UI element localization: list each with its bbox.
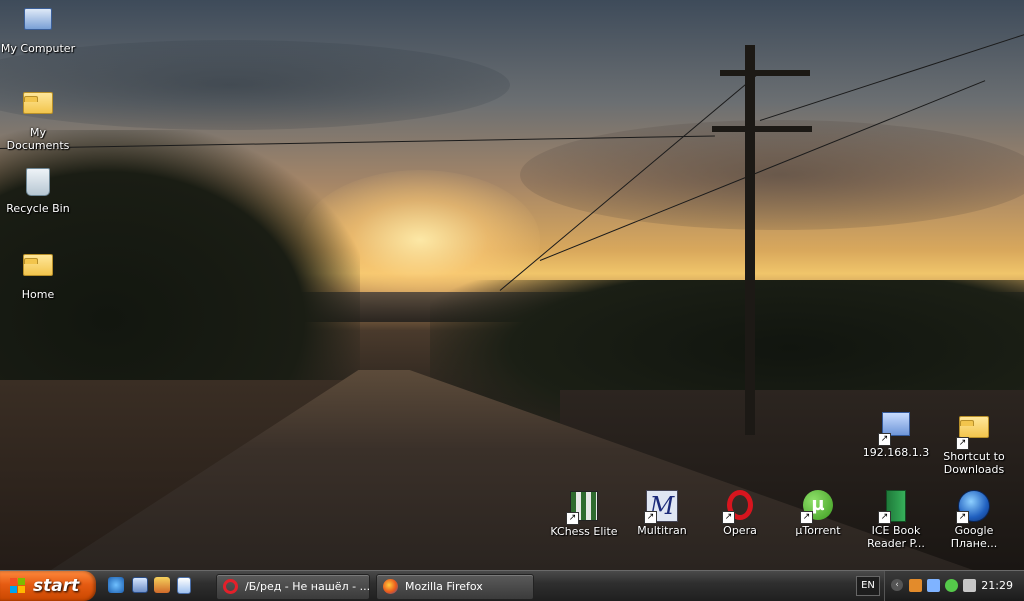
desktop-icon-label: 192.168.1.3 — [862, 446, 930, 459]
desktop-icon-ice-book-reader[interactable]: ↗ ICE Book Reader P... — [858, 489, 934, 550]
internet-explorer-icon[interactable] — [108, 577, 124, 593]
shortcut-arrow-icon: ↗ — [644, 511, 657, 524]
desktop-icon-label: Opera — [723, 524, 757, 537]
kchess-icon: ↗ — [566, 491, 600, 525]
desktop-icon-label: Shortcut to Downloads — [943, 450, 1005, 476]
desktop-icon-home[interactable]: Home — [0, 246, 76, 301]
firefox-icon — [383, 579, 398, 594]
taskbar-button-label: /Б/ред - Не нашёл - ... — [245, 580, 371, 593]
taskbar-button-label: Mozilla Firefox — [405, 580, 483, 593]
volume-icon[interactable] — [963, 579, 976, 592]
taskbar-button-firefox[interactable]: Mozilla Firefox — [376, 574, 534, 600]
desktop-icon-kchess[interactable]: ↗ KChess Elite — [546, 489, 622, 538]
wallpaper-wire — [759, 33, 1024, 121]
shortcut-arrow-icon: ↗ — [800, 511, 813, 524]
google-earth-icon: ↗ — [956, 490, 990, 524]
system-tray: ‹ 21:29 — [884, 571, 1024, 601]
wallpaper-pole-arm — [720, 70, 810, 76]
taskbar: start /Б/ред - Не нашёл - ... Mozilla Fi… — [0, 570, 1024, 601]
desktop-icon-downloads[interactable]: ↗ Shortcut to Downloads — [936, 408, 1012, 476]
paint-icon[interactable] — [154, 577, 170, 593]
network-computer-icon: ↗ — [878, 412, 912, 446]
desktop-wallpaper — [0, 0, 1024, 570]
desktop-icon-google-earth[interactable]: ↗ Google Плане... — [936, 489, 1012, 550]
shortcut-arrow-icon: ↗ — [722, 511, 735, 524]
chevron-left-icon[interactable]: ‹ — [891, 579, 903, 591]
wallpaper-pole-arm — [712, 126, 812, 132]
my-documents-icon — [22, 92, 54, 124]
show-desktop-icon[interactable] — [132, 577, 148, 593]
ice-book-reader-icon: ↗ — [878, 490, 912, 524]
multitran-icon: M ↗ — [644, 490, 678, 524]
opera-icon: ↗ — [722, 490, 756, 524]
shortcut-arrow-icon: ↗ — [956, 437, 969, 450]
desktop-icon-my-computer[interactable]: My Computer — [0, 4, 76, 55]
shortcut-arrow-icon: ↗ — [566, 512, 579, 525]
wallpaper-utility-pole — [745, 45, 755, 435]
clock: 21:29 — [981, 579, 1013, 592]
folder-icon — [22, 254, 54, 286]
shortcut-arrow-icon: ↗ — [878, 511, 891, 524]
desktop-icon-label: Recycle Bin — [6, 202, 70, 215]
opera-icon — [223, 579, 238, 594]
folder-icon: ↗ — [956, 416, 990, 450]
desktop-icon-label: My Documents — [6, 126, 70, 152]
desktop-icon-label: Google Плане... — [950, 524, 998, 550]
recycle-bin-icon — [22, 168, 54, 200]
desktop-icon-label: KChess Elite — [550, 525, 618, 538]
utorrent-icon: µ ↗ — [800, 490, 834, 524]
start-button[interactable]: start — [0, 571, 96, 601]
desktop-icon-my-documents[interactable]: My Documents — [0, 84, 76, 152]
network-icon[interactable] — [927, 579, 940, 592]
start-label: start — [33, 576, 80, 596]
shortcut-arrow-icon: ↗ — [878, 433, 891, 446]
desktop-icon-label: Home — [21, 288, 55, 301]
taskbar-button-opera[interactable]: /Б/ред - Не нашёл - ... — [216, 574, 370, 600]
language-indicator[interactable]: EN — [856, 576, 880, 596]
wallpaper-cloud — [520, 120, 1024, 230]
user-icon[interactable] — [909, 579, 922, 592]
desktop-icon-label: µTorrent — [795, 524, 841, 537]
shortcut-arrow-icon: ↗ — [956, 511, 969, 524]
desktop-icon-network-computer[interactable]: ↗ 192.168.1.3 — [858, 408, 934, 459]
windows-flag-icon — [10, 578, 26, 594]
wallpaper-cloud — [0, 40, 510, 130]
desktop-icon-label: ICE Book Reader P... — [867, 524, 925, 550]
desktop-icon-multitran[interactable]: M ↗ Multitran — [624, 489, 700, 537]
my-computer-icon — [22, 8, 54, 40]
desktop-icon-utorrent[interactable]: µ ↗ µTorrent — [780, 489, 856, 537]
desktop-icon-recycle-bin[interactable]: Recycle Bin — [0, 164, 76, 215]
desktop-icon-label: My Computer — [0, 42, 76, 55]
utorrent-tray-icon[interactable] — [945, 579, 958, 592]
document-icon[interactable] — [177, 577, 191, 594]
desktop-icon-opera[interactable]: ↗ Opera — [702, 489, 778, 537]
desktop-icon-label: Multitran — [637, 524, 687, 537]
